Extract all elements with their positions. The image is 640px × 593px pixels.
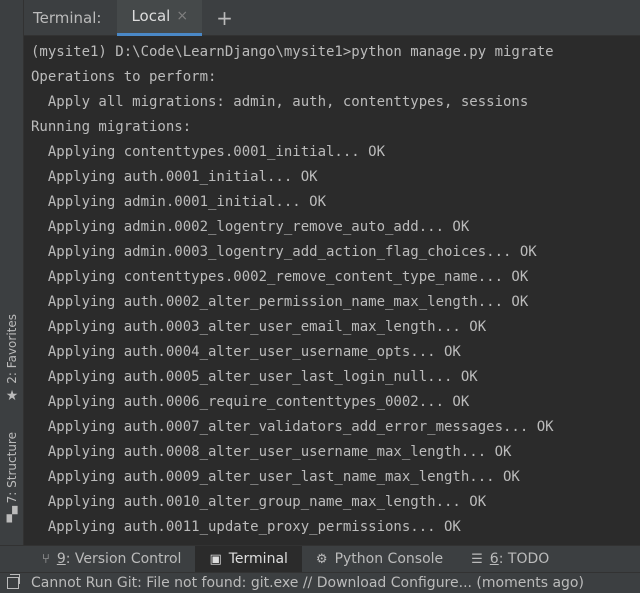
- tab-local[interactable]: Local ×: [117, 0, 203, 36]
- todo-mnemonic: 6: [489, 551, 499, 567]
- version-control-icon: ⑂: [42, 551, 50, 567]
- terminal-line: Applying auth.0001_initial... OK: [31, 169, 318, 185]
- python-console-label: Python Console: [334, 551, 444, 567]
- todo-label: : TODO: [498, 551, 550, 567]
- tool-window-python-console[interactable]: ⚙ Python Console: [302, 546, 457, 573]
- favorites-tab-label: 2: Favorites: [5, 314, 19, 384]
- status-bar: Cannot Run Git: File not found: git.exe …: [0, 572, 640, 593]
- terminal-line: Applying contenttypes.0001_initial... OK: [31, 144, 386, 160]
- terminal-output[interactable]: (mysite1) D:\Code\LearnDjango\mysite1>py…: [24, 37, 640, 545]
- tool-window-version-control[interactable]: ⑂ 9: Version Control: [28, 546, 195, 573]
- terminal-line: Applying admin.0001_initial... OK: [31, 194, 327, 210]
- tool-window-title: Terminal:: [33, 8, 102, 27]
- new-tab-plus-icon[interactable]: +: [216, 6, 233, 30]
- terminal-line: Applying auth.0011_update_proxy_permissi…: [31, 519, 461, 535]
- terminal-tool-label: Terminal: [228, 551, 288, 567]
- terminal-tab-bar: Terminal: Local × +: [24, 0, 640, 36]
- tool-window-todo[interactable]: ☰ 6: TODO: [457, 546, 563, 573]
- left-tool-strip: 2: Favorites ★ 7: Structure ▞: [0, 0, 24, 545]
- version-control-label: : Version Control: [65, 551, 182, 567]
- terminal-line: Applying auth.0007_alter_validators_add_…: [31, 419, 554, 435]
- terminal-line: Applying contenttypes.0002_remove_conten…: [31, 269, 529, 285]
- terminal-line: Applying admin.0003_logentry_add_action_…: [31, 244, 537, 260]
- terminal-line: Applying auth.0009_alter_user_last_name_…: [31, 469, 520, 485]
- version-control-mnemonic: 9: [56, 551, 66, 567]
- terminal-icon: ▣: [209, 551, 222, 567]
- bottom-tool-window-bar: ⑂ 9: Version Control ▣ Terminal ⚙ Python…: [0, 545, 640, 573]
- status-message[interactable]: Cannot Run Git: File not found: git.exe …: [31, 575, 584, 591]
- terminal-line: Applying admin.0002_logentry_remove_auto…: [31, 219, 470, 235]
- close-icon[interactable]: ×: [176, 8, 188, 24]
- structure-icon: ▞: [6, 507, 18, 524]
- terminal-line: (mysite1) D:\Code\LearnDjango\mysite1>py…: [31, 44, 554, 60]
- terminal-line: Operations to perform:: [31, 69, 217, 85]
- terminal-line: Applying auth.0002_alter_permission_name…: [31, 294, 529, 310]
- terminal-line: Applying auth.0004_alter_user_username_o…: [31, 344, 461, 360]
- star-icon: ★: [5, 387, 19, 404]
- terminal-line: Applying auth.0006_require_contenttypes_…: [31, 394, 470, 410]
- terminal-line: Applying auth.0005_alter_user_last_login…: [31, 369, 478, 385]
- terminal-line: Applying auth.0010_alter_group_name_max_…: [31, 494, 487, 510]
- tab-local-label: Local: [131, 7, 171, 25]
- event-log-icon[interactable]: [7, 574, 20, 589]
- terminal-line: Apply all migrations: admin, auth, conte…: [31, 94, 529, 110]
- terminal-line: Applying auth.0008_alter_user_username_m…: [31, 444, 512, 460]
- tool-window-terminal[interactable]: ▣ Terminal: [195, 545, 302, 573]
- structure-tab[interactable]: 7: Structure ▞: [2, 432, 22, 523]
- list-icon: ☰: [471, 551, 483, 567]
- python-icon: ⚙: [315, 551, 328, 567]
- terminal-line: Applying auth.0003_alter_user_email_max_…: [31, 319, 487, 335]
- structure-tab-label: 7: Structure: [5, 432, 19, 504]
- favorites-tab[interactable]: 2: Favorites ★: [2, 314, 22, 404]
- terminal-line: Running migrations:: [31, 119, 192, 135]
